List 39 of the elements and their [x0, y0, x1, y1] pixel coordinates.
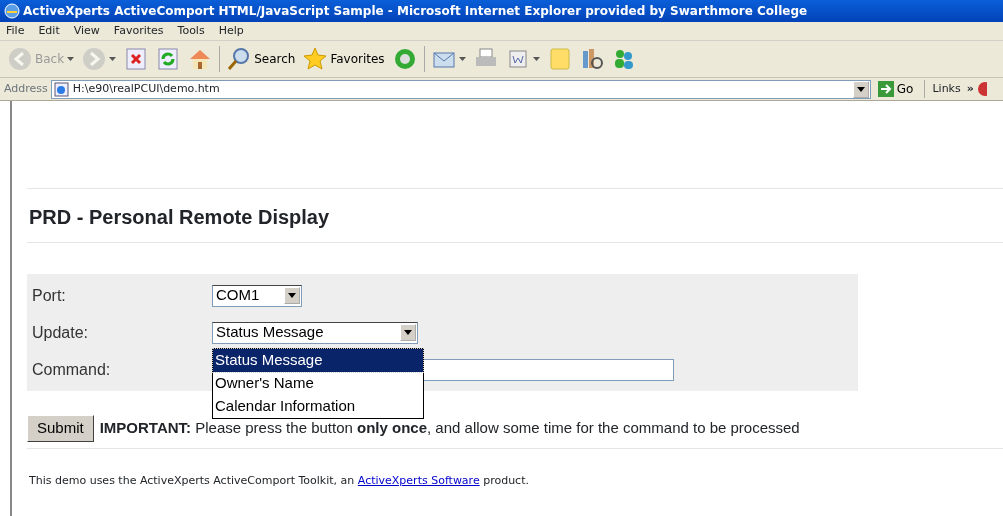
note-icon [547, 47, 572, 71]
menu-item[interactable]: View [73, 23, 100, 39]
stop-icon [124, 47, 149, 71]
menu-item[interactable]: Favorites [113, 23, 164, 39]
caret-icon[interactable] [458, 57, 466, 61]
footer-text: This demo uses the ActiveXperts ActiveComport Toolkit, an ActiveXperts Software product. [29, 472, 530, 489]
star-icon [303, 47, 328, 71]
notice-text: IMPORTANT: Please press the button only once, and allow some time for the command to be processed [99, 418, 800, 438]
page-icon [53, 81, 69, 97]
media-icon [392, 47, 417, 71]
dropdown-option[interactable]: Status Message [213, 348, 423, 372]
menu-item[interactable]: File [6, 23, 25, 39]
search-button[interactable]: Search [223, 44, 300, 74]
address-field[interactable]: H:\e90\realPCUI\demo.htm [50, 79, 871, 99]
go-button[interactable]: Go [873, 79, 918, 99]
link[interactable]: ActiveXperts Software [357, 473, 480, 487]
window-title: ActiveXperts ActiveComport HTML/JavaScript Sample - Microsoft Internet Explorer provided by Swarthmore College [23, 3, 808, 20]
update-label: Update: [32, 322, 90, 343]
browser-icon [4, 3, 20, 19]
command-label: Command: [32, 359, 112, 380]
more-icon[interactable]: » [966, 80, 974, 98]
links-label[interactable]: Links [932, 80, 961, 98]
favorites-button[interactable]: Favorites [299, 44, 389, 74]
toolbar-icon[interactable] [976, 81, 987, 97]
dropdown-option[interactable]: Calendar Information [213, 394, 423, 418]
page-heading: PRD - Personal Remote Display [29, 205, 331, 230]
submit-button[interactable]: Submit [27, 415, 94, 442]
dropdown-option[interactable]: Owner's Name [213, 371, 423, 395]
port-label: Port: [32, 285, 67, 306]
address-label: Address [4, 80, 48, 97]
menu-item[interactable]: Edit [38, 23, 60, 39]
caret-icon[interactable] [532, 57, 540, 61]
port-select[interactable]: COM1 [212, 284, 302, 307]
update-select[interactable]: Status Message [212, 321, 418, 344]
search-icon [227, 47, 252, 71]
refresh-icon [156, 47, 181, 71]
menu-item[interactable]: Tools [177, 23, 205, 39]
menu-item[interactable]: Help [218, 23, 244, 39]
arrow-icon [877, 81, 894, 97]
